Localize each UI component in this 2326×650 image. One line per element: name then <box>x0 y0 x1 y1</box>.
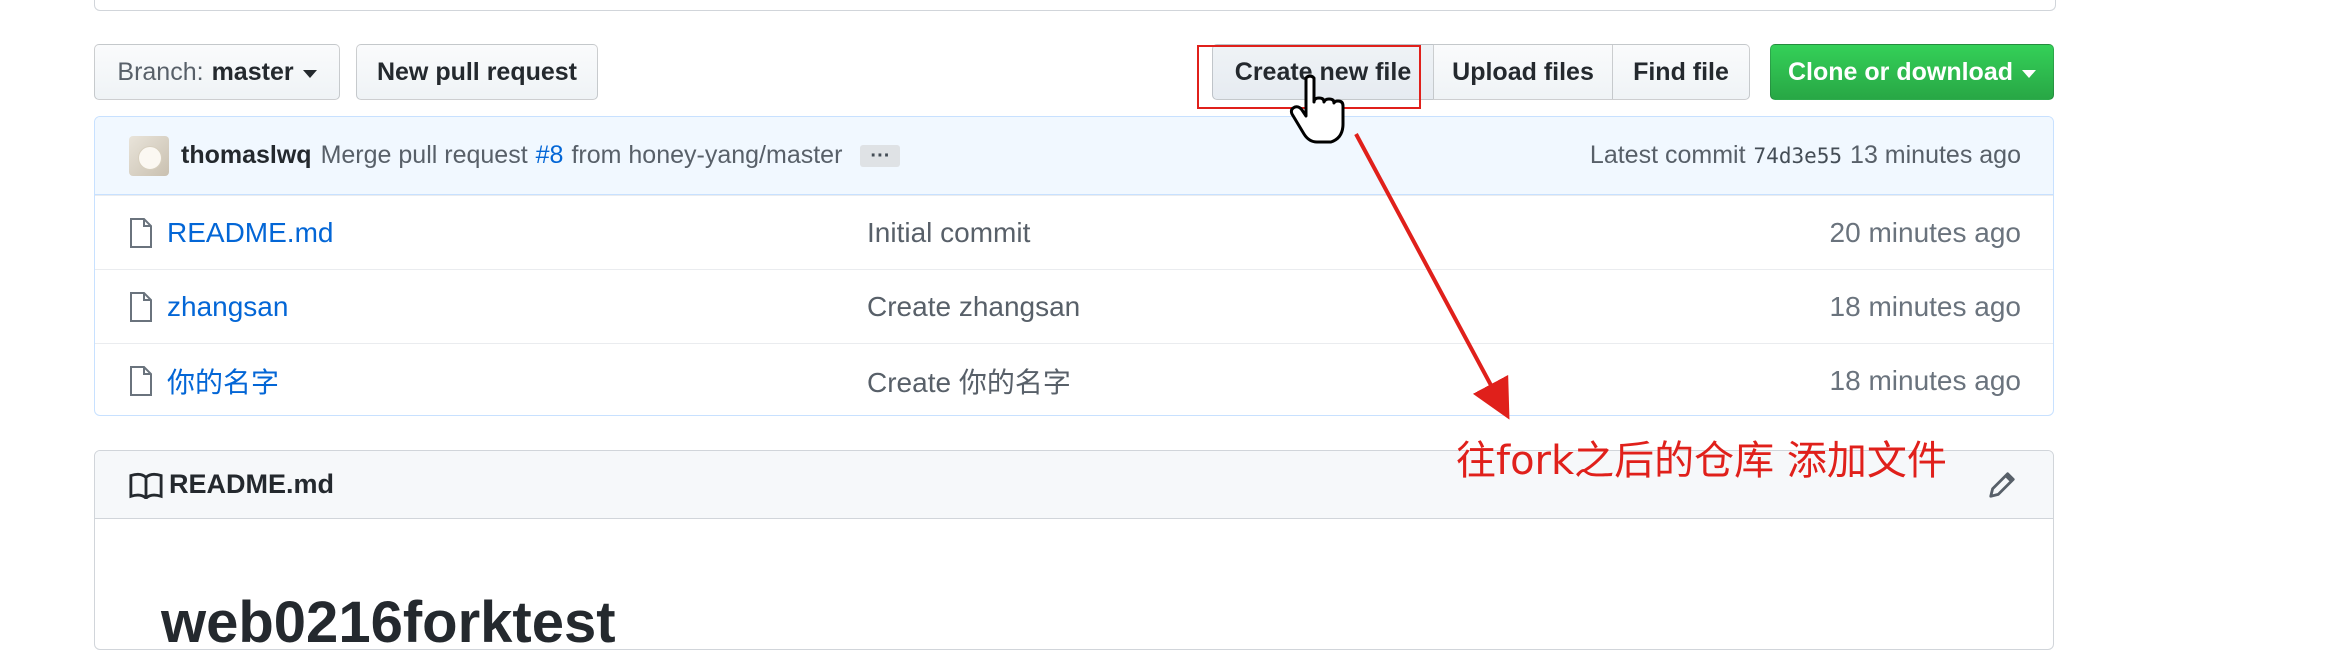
upload-files-button[interactable]: Upload files <box>1433 44 1613 100</box>
branch-select-button[interactable]: Branch: master <box>94 44 340 100</box>
file-commit-message[interactable]: Create zhangsan <box>867 291 1830 323</box>
table-row: README.md Initial commit 20 minutes ago <box>95 195 2053 269</box>
expand-commit-button[interactable]: ··· <box>860 144 901 167</box>
file-icon <box>130 291 152 322</box>
file-age: 20 minutes ago <box>1829 216 2021 248</box>
commit-pr-link[interactable]: #8 <box>536 141 564 170</box>
clone-or-download-button[interactable]: Clone or download <box>1770 44 2054 100</box>
file-icon <box>130 217 152 248</box>
file-commit-message[interactable]: Create 你的名字 <box>867 361 1830 401</box>
table-row: 你的名字 Create 你的名字 18 minutes ago <box>95 343 2053 415</box>
readme-title: web0216forktest <box>161 590 616 650</box>
new-pull-request-button[interactable]: New pull request <box>356 44 598 100</box>
find-file-button[interactable]: Find file <box>1612 44 1750 100</box>
avatar[interactable] <box>129 135 169 176</box>
caret-down-icon <box>302 69 317 78</box>
latest-commit-bar: thomaslwq Merge pull request #8 from hon… <box>95 117 2053 195</box>
commit-sha[interactable]: 74d3e55 <box>1754 144 1843 168</box>
file-age: 18 minutes ago <box>1829 290 2021 322</box>
file-name-link[interactable]: zhangsan <box>167 291 867 323</box>
table-row: zhangsan Create zhangsan 18 minutes ago <box>95 269 2053 343</box>
commit-message-post[interactable]: from honey-yang/master <box>571 141 842 170</box>
commit-age: 13 minutes ago <box>1850 141 2021 169</box>
pencil-icon[interactable] <box>1987 470 2017 500</box>
annotation-highlight-box <box>1197 45 1421 109</box>
readme-header-title: README.md <box>169 469 335 499</box>
latest-commit-label: Latest commit <box>1589 141 1746 169</box>
branch-name: master <box>211 57 294 86</box>
book-icon <box>129 472 163 499</box>
commit-message-pre[interactable]: Merge pull request <box>321 141 528 170</box>
file-list: thomaslwq Merge pull request #8 from hon… <box>94 116 2054 416</box>
clone-label: Clone or download <box>1788 57 2013 86</box>
file-name-link[interactable]: 你的名字 <box>167 361 867 401</box>
file-icon <box>130 365 152 396</box>
commit-meta: Latest commit 74d3e55 13 minutes ago <box>1590 141 2021 170</box>
previous-panel-edge <box>94 0 2056 11</box>
annotation-text: 往fork之后的仓库 添加文件 <box>1456 438 1947 484</box>
commit-author[interactable]: thomaslwq <box>181 141 312 170</box>
file-commit-message[interactable]: Initial commit <box>867 217 1830 249</box>
branch-prefix: Branch: <box>117 57 204 86</box>
caret-down-icon <box>2022 69 2036 78</box>
file-name-link[interactable]: README.md <box>167 217 867 249</box>
file-age: 18 minutes ago <box>1829 364 2021 396</box>
